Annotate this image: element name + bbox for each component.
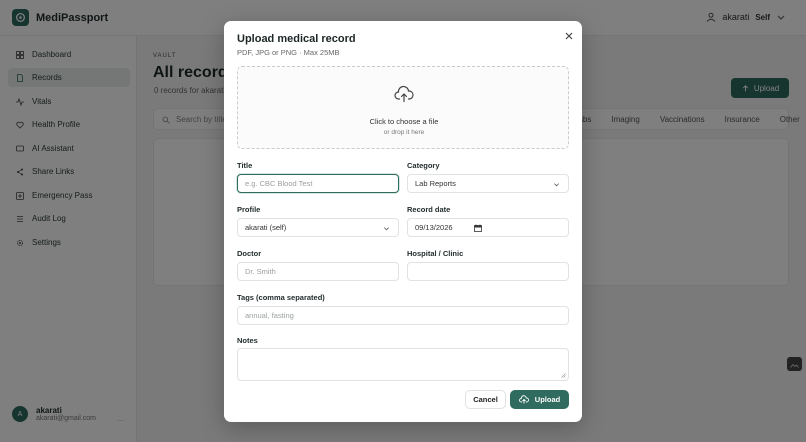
doctor-input[interactable]: Dr. Smith bbox=[237, 262, 399, 281]
notes-textarea[interactable] bbox=[237, 348, 569, 381]
upload-submit-button[interactable]: Upload bbox=[510, 390, 569, 409]
notes-label: Notes bbox=[237, 336, 258, 345]
calendar-icon[interactable] bbox=[474, 224, 482, 232]
cloud-upload-icon bbox=[394, 85, 414, 103]
hospital-input[interactable] bbox=[407, 262, 569, 281]
title-input[interactable]: e.g. CBC Blood Test bbox=[237, 174, 399, 193]
upload-submit-label: Upload bbox=[534, 395, 561, 404]
close-icon[interactable] bbox=[564, 31, 574, 41]
profile-select[interactable]: akarati (self) bbox=[237, 218, 399, 237]
tags-placeholder: annual, fasting bbox=[245, 311, 294, 320]
doctor-label: Doctor bbox=[237, 249, 262, 258]
hospital-label: Hospital / Clinic bbox=[407, 249, 464, 258]
title-placeholder: e.g. CBC Blood Test bbox=[245, 179, 313, 188]
resize-handle-icon[interactable] bbox=[561, 373, 566, 378]
cloud-upload-icon bbox=[518, 395, 529, 404]
chevron-down-icon bbox=[384, 227, 389, 231]
category-value: Lab Reports bbox=[415, 179, 456, 188]
category-select[interactable]: Lab Reports bbox=[407, 174, 569, 193]
profile-value: akarati (self) bbox=[245, 223, 287, 232]
profile-label: Profile bbox=[237, 205, 261, 214]
upload-modal: Upload medical record PDF, JPG or PNG · … bbox=[224, 21, 582, 422]
chevron-down-icon bbox=[554, 183, 559, 187]
tags-input[interactable]: annual, fasting bbox=[237, 306, 569, 325]
category-label: Category bbox=[407, 161, 440, 170]
record-date-value: 09/13/2026 bbox=[415, 223, 453, 232]
dropzone-hint: or drop it here bbox=[383, 129, 425, 136]
record-date-label: Record date bbox=[407, 205, 451, 214]
tags-label: Tags (comma separated) bbox=[237, 293, 325, 302]
modal-subtitle: PDF, JPG or PNG · Max 25MB bbox=[237, 48, 340, 57]
cancel-button[interactable]: Cancel bbox=[465, 390, 506, 409]
modal-title: Upload medical record bbox=[237, 33, 356, 45]
file-dropzone[interactable]: Click to choose a file or drop it here bbox=[237, 66, 569, 149]
title-label: Title bbox=[237, 161, 253, 170]
dropzone-label: Click to choose a file bbox=[369, 117, 439, 126]
doctor-placeholder: Dr. Smith bbox=[245, 267, 276, 276]
record-date-input[interactable]: 09/13/2026 bbox=[407, 218, 569, 237]
